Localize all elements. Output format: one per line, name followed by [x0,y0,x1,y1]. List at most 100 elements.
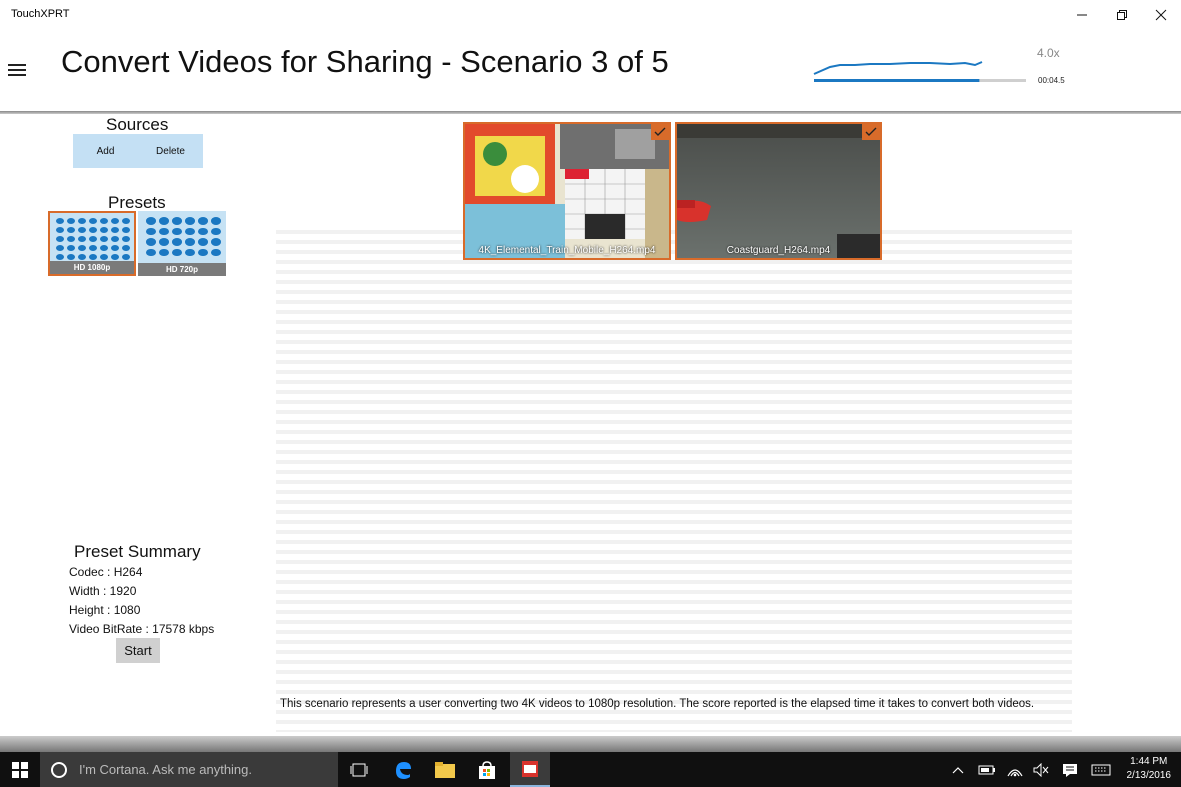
selected-check-icon [862,124,880,140]
preset-dot [198,248,208,256]
preset-dot [111,245,119,251]
edge-icon[interactable] [388,752,418,787]
sources-toolbar: Add Delete [73,134,203,168]
windows-start-icon[interactable] [0,752,40,787]
preset-dot [172,238,182,246]
preset-label: HD 720p [138,263,226,276]
chevron-up-icon[interactable] [948,752,968,787]
preset-dot [146,238,156,246]
battery-icon[interactable] [976,752,998,787]
preset-dot [211,238,221,246]
preset-dot [89,254,97,260]
touchxprt-icon[interactable] [510,752,550,787]
preset-dot [122,227,130,233]
delete-source-button[interactable]: Delete [138,134,203,168]
minimize-button[interactable] [1064,2,1100,28]
preset-dot [159,227,169,235]
preset-dot [100,245,108,251]
scenario-description: This scenario represents a user converti… [280,698,1035,710]
sources-heading: Sources [106,115,169,134]
cortana-placeholder: I'm Cortana. Ask me anything. [79,762,253,777]
preset-dot [198,217,208,225]
selected-check-icon [651,124,669,140]
task-view-icon[interactable] [344,752,374,787]
volume-mute-icon[interactable] [1030,752,1052,787]
cortana-icon [51,761,67,778]
video-thumbnail-train[interactable]: 4K_Elemental_Train_Mobile_H264.mp4 [463,122,671,260]
summary-height: Height : 1080 [69,603,141,617]
preset-dot [185,248,195,256]
clock-time: 1:44 PM [1130,756,1168,767]
elapsed-time: 00:04.5 [1038,76,1065,85]
preset-dot [159,217,169,225]
restore-button[interactable] [1104,2,1140,28]
system-clock[interactable]: 1:44 PM 2/13/2016 [1127,755,1172,783]
preset-dot [146,248,156,256]
keyboard-icon[interactable] [1088,752,1114,787]
app-window: TouchXPRT Convert Videos for Sharing - S… [0,0,1181,787]
preset-dot [67,236,75,242]
preset-dot [78,245,86,251]
hamburger-menu-icon[interactable] [8,62,28,78]
preset-dot [122,218,130,224]
restore-icon [1117,10,1127,20]
preset-dot [89,236,97,242]
preset-dot [100,236,108,242]
start-button[interactable]: Start [116,638,160,663]
minimize-icon [1077,14,1087,16]
train-video-preview [465,124,669,258]
preset-dot [67,254,75,260]
add-source-button[interactable]: Add [73,134,138,168]
speed-multiplier: 4.0x [1037,46,1060,60]
header-divider [0,111,1181,114]
close-button[interactable] [1143,2,1179,28]
video-filename: 4K_Elemental_Train_Mobile_H264.mp4 [478,245,656,256]
file-explorer-icon[interactable] [430,752,460,787]
preset-hd-720p[interactable]: HD 720p [138,211,226,276]
preset-dot [67,227,75,233]
preset-dot [146,227,156,235]
preset-dot [78,218,86,224]
preset-label: HD 1080p [50,261,134,274]
taskbar: I'm Cortana. Ask me anything. 1:44 PM 2/… [0,752,1181,787]
preset-dot [78,254,86,260]
preset-dot [67,218,75,224]
preset-dot [198,238,208,246]
coastguard-video-preview [677,124,880,258]
preset-dot [89,227,97,233]
preset-dot [172,248,182,256]
summary-bitrate: Video BitRate : 17578 kbps [69,622,215,636]
preset-dot [198,227,208,235]
clock-date: 2/13/2016 [1126,770,1172,781]
wifi-icon[interactable] [1004,752,1026,787]
preset-dot [111,218,119,224]
preset-summary-heading: Preset Summary [74,542,201,561]
preset-dot [172,227,182,235]
preset-dot [172,217,182,225]
preset-dot [56,227,64,233]
preset-dot [122,236,130,242]
preset-dot [122,254,130,260]
taskbar-gradient [0,736,1181,752]
preset-dot [111,254,119,260]
cortana-search-box[interactable]: I'm Cortana. Ask me anything. [40,752,338,787]
preset-dot [56,245,64,251]
preset-hd-1080p[interactable]: HD 1080p [48,211,136,276]
performance-line [813,61,983,75]
page-title: Convert Videos for Sharing - Scenario 3 … [61,44,669,79]
preset-dot [211,217,221,225]
summary-width: Width : 1920 [69,584,137,598]
preset-dot [100,227,108,233]
video-filename: Coastguard_H264.mp4 [726,245,831,256]
preset-dot [100,254,108,260]
store-icon[interactable] [472,752,502,787]
progress-fill [814,79,980,82]
preset-dot [56,236,64,242]
preset-dot [78,236,86,242]
summary-codec: Codec : H264 [69,565,143,579]
preset-dot [185,227,195,235]
video-thumbnail-coastguard[interactable]: Coastguard_H264.mp4 [675,122,882,260]
app-title: TouchXPRT [11,8,70,20]
preset-dot [89,245,97,251]
notifications-icon[interactable] [1058,752,1082,787]
